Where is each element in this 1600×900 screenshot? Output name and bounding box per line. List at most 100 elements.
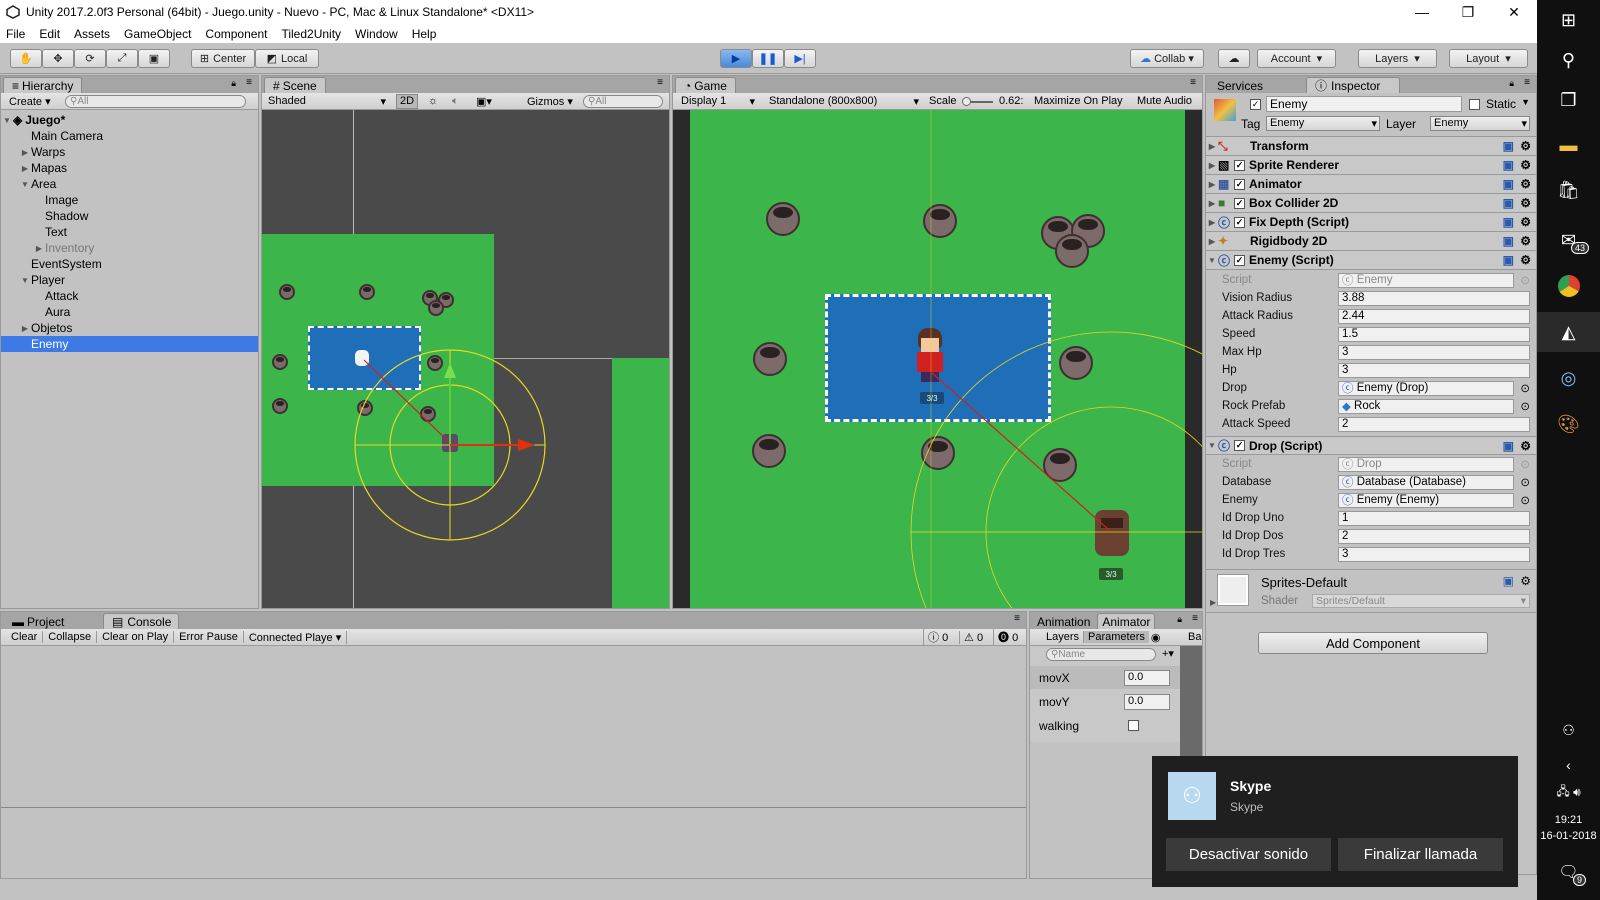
pivot-local-button[interactable]: ◩ Local bbox=[255, 49, 319, 68]
param-value-field[interactable]: 0.0 bbox=[1124, 669, 1170, 686]
play-button[interactable]: ▶ bbox=[720, 49, 752, 68]
tab-inspector[interactable]: ⓘ Inspector bbox=[1306, 77, 1401, 93]
hierarchy-item[interactable]: Image bbox=[1, 192, 258, 208]
param-search-input[interactable]: ⚲ Name bbox=[1046, 648, 1156, 661]
walking-checkbox[interactable] bbox=[1128, 720, 1139, 731]
component-fix-depth[interactable]: ▶ ⓒ ✓ Fix Depth (Script) ▣ ⚙ bbox=[1206, 213, 1536, 232]
param-row[interactable]: movY 0.0 bbox=[1030, 690, 1180, 713]
clear-on-play-button[interactable]: Clear on Play bbox=[97, 631, 175, 643]
menu-help[interactable]: Help bbox=[412, 27, 437, 41]
chrome-button[interactable] bbox=[1537, 266, 1600, 306]
search-button[interactable]: ⚲ bbox=[1537, 40, 1600, 80]
lock-icon[interactable]: 🔒︎ bbox=[1177, 614, 1182, 625]
paint-taskbar-button[interactable]: 🎨︎ bbox=[1537, 404, 1600, 444]
expand-icon[interactable]: ▼ bbox=[1206, 441, 1218, 450]
hierarchy-item[interactable]: Attack bbox=[1, 288, 258, 304]
menu-gameobject[interactable]: GameObject bbox=[124, 27, 191, 41]
scene-search-input[interactable]: ⚲ All bbox=[583, 94, 663, 108]
unity-taskbar-button[interactable]: ◭ bbox=[1537, 312, 1600, 352]
panel-menu-icon[interactable]: ≡ bbox=[1190, 77, 1196, 88]
attack-speed-field[interactable]: 2 bbox=[1338, 416, 1530, 432]
light-icon[interactable]: ☼ bbox=[428, 95, 438, 107]
effects-icon[interactable]: ▣▾ bbox=[476, 95, 492, 108]
component-enabled-checkbox[interactable]: ✓ bbox=[1234, 159, 1245, 171]
drop-field[interactable]: ⓒ Enemy (Drop) bbox=[1338, 380, 1514, 396]
gear-icon[interactable]: ⚙ bbox=[1520, 177, 1531, 191]
collapsed-icon[interactable]: ▶ bbox=[19, 164, 31, 173]
console-detail-area[interactable] bbox=[1, 809, 1026, 878]
expand-icon[interactable]: ▼ bbox=[1, 116, 13, 125]
collapse-button[interactable]: Collapse bbox=[43, 631, 98, 643]
collapsed-icon[interactable]: ▶ bbox=[19, 148, 31, 157]
game-viewport[interactable]: 3/3 3/3 bbox=[673, 110, 1202, 608]
collapsed-icon[interactable]: ▶ bbox=[1206, 199, 1218, 208]
hierarchy-item[interactable]: ▶ Mapas bbox=[1, 160, 258, 176]
expand-icon[interactable]: ▼ bbox=[19, 276, 31, 285]
panel-menu-icon[interactable]: ≡ bbox=[1014, 613, 1020, 624]
collapsed-icon[interactable]: ▶ bbox=[1206, 142, 1218, 151]
speed-field[interactable]: 1.5 bbox=[1338, 326, 1530, 342]
hierarchy-item-selected[interactable]: Enemy bbox=[1, 336, 258, 352]
help-icon[interactable]: ▣ bbox=[1503, 574, 1514, 588]
rect-tool-button[interactable]: ▣ bbox=[138, 49, 170, 68]
shading-dropdown[interactable]: Shaded ▾ bbox=[268, 95, 386, 108]
hierarchy-item[interactable]: ▼ Player bbox=[1, 272, 258, 288]
file-explorer-button[interactable]: ▬ bbox=[1537, 125, 1600, 165]
create-dropdown[interactable]: Create ▾ bbox=[9, 95, 55, 108]
component-enabled-checkbox[interactable]: ✓ bbox=[1234, 216, 1245, 228]
move-tool-button[interactable]: ✥ bbox=[42, 49, 74, 68]
skype-notification[interactable]: ⚇ Skype Skype Desactivar sonido Finaliza… bbox=[1152, 756, 1518, 887]
object-picker-icon[interactable]: ⊙ bbox=[1520, 399, 1530, 413]
add-component-button[interactable]: Add Component bbox=[1258, 632, 1488, 654]
clear-button[interactable]: Clear bbox=[1, 631, 44, 643]
console-log-area[interactable] bbox=[1, 646, 1026, 808]
hierarchy-item[interactable]: EventSystem bbox=[1, 256, 258, 272]
maximize-on-play-toggle[interactable]: Maximize On Play bbox=[1034, 95, 1123, 107]
object-name-field[interactable]: Enemy bbox=[1266, 96, 1462, 112]
lock-icon[interactable]: 🔒︎ bbox=[1509, 78, 1514, 89]
mute-audio-toggle[interactable]: Mute Audio bbox=[1137, 95, 1192, 107]
hp-field[interactable]: 3 bbox=[1338, 362, 1530, 378]
action-center-button[interactable]: 🗨︎ 9 bbox=[1537, 852, 1600, 892]
log-count-toggle[interactable]: ⓘ 0 bbox=[923, 629, 948, 645]
task-view-button[interactable]: ❐ bbox=[1537, 80, 1600, 120]
panel-menu-icon[interactable]: ≡ bbox=[1524, 77, 1530, 88]
component-enemy-script[interactable]: ▼ ⓒ ✓ Enemy (Script) ▣ ⚙ bbox=[1206, 251, 1536, 270]
shader-dropdown[interactable]: Sprites/Default ▾ bbox=[1312, 594, 1530, 608]
menu-edit[interactable]: Edit bbox=[39, 27, 60, 41]
hierarchy-item[interactable]: Aura bbox=[1, 304, 258, 320]
layout-dropdown[interactable]: Layout ▾ bbox=[1449, 49, 1528, 68]
pause-button[interactable]: ❚❚ bbox=[752, 49, 784, 68]
collapsed-icon[interactable]: ▶ bbox=[33, 244, 45, 253]
hierarchy-item[interactable]: ▶ Objetos bbox=[1, 320, 258, 336]
object-picker-icon[interactable]: ⊙ bbox=[1520, 381, 1530, 395]
rock-prefab-field[interactable]: ◆ Rock bbox=[1338, 398, 1514, 414]
param-row[interactable]: walking bbox=[1030, 714, 1180, 737]
scale-slider-thumb[interactable] bbox=[962, 97, 971, 106]
component-rigidbody[interactable]: ▶ ✦ Rigidbody 2D ▣ ⚙ bbox=[1206, 232, 1536, 251]
menu-tiled2unity[interactable]: Tiled2Unity bbox=[281, 27, 341, 41]
id-drop-tres-field[interactable]: 3 bbox=[1338, 546, 1530, 562]
account-dropdown[interactable]: Account ▾ bbox=[1257, 49, 1336, 68]
panel-menu-icon[interactable]: ≡ bbox=[246, 77, 252, 88]
database-field[interactable]: ⓒ Database (Database) bbox=[1338, 474, 1514, 490]
gear-icon[interactable]: ⚙ bbox=[1520, 139, 1531, 153]
menu-assets[interactable]: Assets bbox=[74, 27, 110, 41]
parameters-tab-button[interactable]: Parameters bbox=[1084, 631, 1149, 643]
tab-console[interactable]: ▤ Console bbox=[103, 613, 179, 629]
collapsed-icon[interactable]: ▶ bbox=[1206, 237, 1218, 246]
tab-services[interactable]: Services bbox=[1208, 77, 1273, 93]
component-enabled-checkbox[interactable]: ✓ bbox=[1234, 178, 1245, 190]
start-button[interactable]: ⊞ bbox=[1537, 0, 1600, 40]
step-button[interactable]: ▶| bbox=[784, 49, 816, 68]
component-box-collider[interactable]: ▶ ■ ✓ Box Collider 2D ▣ ⚙ bbox=[1206, 194, 1536, 213]
component-sprite-renderer[interactable]: ▶ ▧ ✓ Sprite Renderer ▣ ⚙ bbox=[1206, 156, 1536, 175]
active-checkbox[interactable]: ✓ bbox=[1250, 99, 1261, 110]
gizmos-dropdown[interactable]: Gizmos ▾ bbox=[527, 95, 573, 108]
param-value-field[interactable]: 0.0 bbox=[1124, 693, 1170, 710]
object-picker-icon[interactable]: ⊙ bbox=[1520, 493, 1530, 507]
expand-icon[interactable]: ▼ bbox=[19, 180, 31, 189]
mute-call-button[interactable]: Desactivar sonido bbox=[1166, 838, 1331, 871]
end-call-button[interactable]: Finalizar llamada bbox=[1338, 838, 1503, 871]
object-picker-icon[interactable]: ⊙ bbox=[1520, 475, 1530, 489]
